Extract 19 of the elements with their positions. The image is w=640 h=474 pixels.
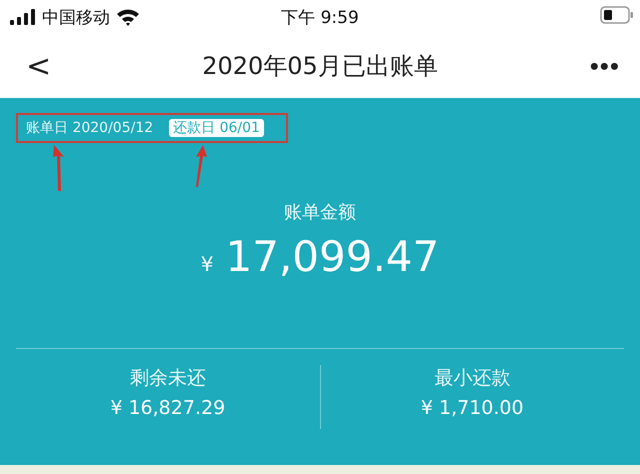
wifi-icon — [116, 8, 140, 26]
annotation-arrow — [195, 145, 207, 187]
back-button[interactable]: < — [26, 48, 52, 84]
more-button[interactable]: ••• — [590, 50, 620, 82]
due-date-badge: 还款日 06/01 — [169, 119, 264, 137]
stat-label: 剩余未还 — [130, 366, 206, 391]
stat-value: ¥ 16,827.29 — [110, 397, 226, 419]
stat-value: ¥ 1,710.00 — [420, 397, 524, 419]
amount-label: 账单金额 — [284, 201, 356, 224]
status-time: 下午 9:59 — [281, 6, 359, 28]
annotation-arrow — [53, 145, 65, 191]
carrier-name: 中国移动 — [42, 6, 110, 28]
signal-icon — [10, 9, 36, 25]
page-title: 2020年05月已出账单 — [202, 51, 438, 82]
battery-icon — [600, 6, 634, 24]
currency-sign: ¥ — [200, 252, 214, 276]
bill-amount: 17,099.47 — [225, 232, 440, 281]
bill-date: 账单日 2020/05/12 — [26, 119, 154, 137]
stat-label: 最小还款 — [434, 366, 510, 391]
